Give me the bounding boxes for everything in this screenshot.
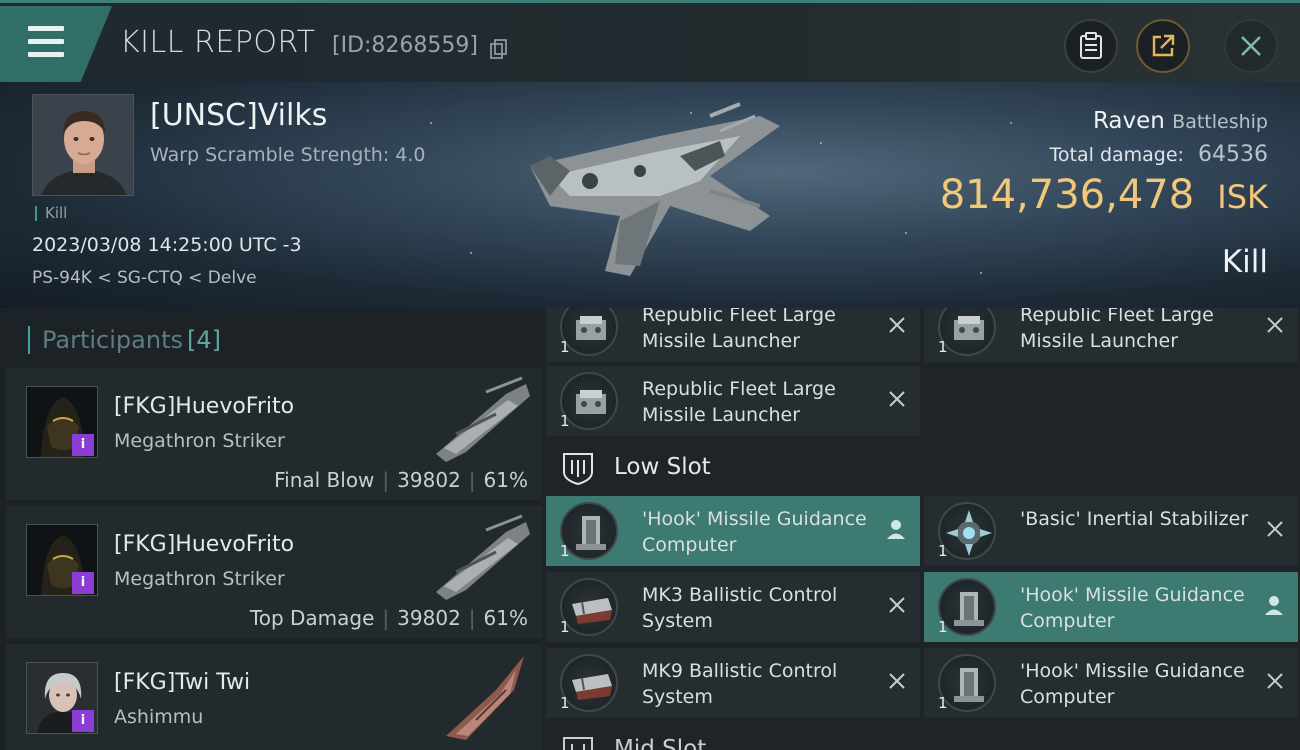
module-name: Republic Fleet Large Missile Launcher (1020, 308, 1214, 352)
clipboard-icon (1080, 32, 1102, 59)
participant-stats: Final Blow | 39802 | 61% (274, 468, 528, 492)
participant-name: [FKG]HuevoFrito (114, 532, 295, 557)
participant-card[interactable]: i [FKG]Twi Twi Ashimmu (6, 644, 542, 750)
low-slot-icon (563, 453, 593, 486)
report-id: [ID:8268559] (332, 33, 478, 58)
participant-damage: 39802 (397, 468, 461, 492)
participant-stats: Top Damage | 39802 | 61% (249, 606, 528, 630)
module-name: MK3 Ballistic Control System (642, 584, 838, 632)
destroyed-x-icon (889, 597, 905, 613)
destroyed-x-icon (889, 673, 905, 689)
module-quantity: 1 (938, 338, 948, 356)
isk-amount: 814,736,478 (939, 172, 1195, 218)
participants-panel: Participants [4] i [FKG]HuevoFrito Megath… (0, 308, 542, 750)
victim-name[interactable]: [UNSC]Vilks (150, 98, 327, 133)
module-name: Republic Fleet Large Missile Launcher (642, 378, 836, 426)
participant-ship-image (436, 376, 530, 462)
participant-ship: Ashimmu (114, 706, 204, 728)
destroyed-x-icon (889, 391, 905, 407)
module-name: 'Hook' Missile Guidance Computer (642, 508, 867, 556)
person-icon (887, 520, 905, 539)
kill-tag: Kill (35, 206, 67, 221)
participant-role: Top Damage (249, 606, 375, 630)
participant-name: [FKG]Twi Twi (114, 670, 251, 695)
participant-ship-image (436, 514, 530, 600)
participants-count: [4] (186, 326, 221, 354)
person-icon (1265, 596, 1283, 615)
participant-ship-image (446, 656, 524, 740)
module-quantity: 1 (938, 618, 948, 636)
mid-slot-icon (563, 737, 593, 750)
destroyed-x-icon (1267, 673, 1283, 689)
participant-card[interactable]: i [FKG]HuevoFrito Megathron Striker Top … (6, 506, 542, 638)
victim-ship-type[interactable]: Raven Battleship (1093, 108, 1268, 134)
module-item[interactable]: 1 'Hook' Missile Guidance Computer (924, 648, 1298, 718)
faction-badge-icon: i (72, 434, 94, 456)
total-damage: Total damage: 64536 (1050, 142, 1268, 167)
result-label: Kill (1221, 244, 1268, 280)
total-damage-label: Total damage: (1049, 144, 1184, 166)
module-quantity: 1 (560, 694, 570, 712)
module-quantity: 1 (560, 542, 570, 560)
top-bar: KILL REPORT [ID:8268559] (0, 0, 1300, 82)
mid-slot-label: Mid Slot (614, 736, 707, 750)
isk-unit: ISK (1217, 178, 1268, 216)
participant-ship: Megathron Striker (114, 430, 285, 452)
module-quantity: 1 (938, 542, 948, 560)
page-title: KILL REPORT (120, 25, 316, 60)
low-slot-label: Low Slot (614, 454, 711, 480)
ship-name: Raven (1092, 108, 1165, 134)
isk-value: 814,736,478 ISK (940, 172, 1268, 218)
module-item[interactable]: 1 'Hook' Missile Guidance Computer (924, 572, 1298, 642)
kill-location[interactable]: PS-94K < SG-CTQ < Delve (32, 268, 257, 288)
kill-datetime: 2023/03/08 14:25:00 UTC -3 (32, 234, 302, 256)
share-icon (1152, 34, 1175, 57)
module-name: 'Basic' Inertial Stabilizer (1020, 508, 1249, 530)
module-quantity: 1 (560, 618, 570, 636)
character-avatar-image (33, 95, 133, 195)
destroyed-x-icon (1267, 521, 1283, 537)
fitted-modules-panel: 1 Republic Fleet Large Missile Launcher … (542, 308, 1300, 750)
participants-label: Participants (42, 326, 183, 354)
copy-icon[interactable] (490, 39, 508, 59)
close-button[interactable] (1224, 19, 1278, 73)
module-quantity: 1 (560, 338, 570, 356)
module-item[interactable]: 1 MK9 Ballistic Control System (546, 648, 920, 718)
module-quantity: 1 (560, 412, 570, 430)
module-name: Republic Fleet Large Missile Launcher (642, 308, 836, 352)
participant-percent: 61% (483, 606, 528, 630)
participant-ship: Megathron Striker (114, 568, 285, 590)
victim-summary: [UNSC]Vilks Warp Scramble Strength: 4.0 … (0, 82, 1300, 308)
module-item[interactable]: 1 'Basic' Inertial Stabilizer (924, 496, 1298, 566)
total-damage-value: 64536 (1198, 142, 1268, 167)
faction-badge-icon: i (72, 710, 94, 732)
ship-class: Battleship (1172, 111, 1268, 133)
module-item[interactable]: 1 Republic Fleet Large Missile Launcher (546, 366, 920, 436)
hamburger-icon (28, 26, 64, 31)
module-item[interactable]: 1 'Hook' Missile Guidance Computer (546, 496, 920, 566)
module-item[interactable]: 1 Republic Fleet Large Missile Launcher (924, 308, 1298, 362)
participant-card[interactable]: i [FKG]HuevoFrito Megathron Striker Fina… (6, 368, 542, 500)
participant-percent: 61% (483, 468, 528, 492)
victim-ship-image (530, 102, 780, 276)
clipboard-button[interactable] (1064, 19, 1118, 73)
module-name: MK9 Ballistic Control System (642, 660, 838, 708)
module-item[interactable]: 1 Republic Fleet Large Missile Launcher (546, 308, 920, 362)
module-name: 'Hook' Missile Guidance Computer (1020, 584, 1245, 632)
warp-scramble-strength: Warp Scramble Strength: 4.0 (150, 144, 426, 166)
module-name: 'Hook' Missile Guidance Computer (1020, 660, 1245, 708)
close-icon (1241, 36, 1261, 56)
destroyed-x-icon (889, 317, 905, 333)
share-button[interactable] (1136, 19, 1190, 73)
faction-badge-icon: i (72, 572, 94, 594)
participant-name: [FKG]HuevoFrito (114, 394, 295, 419)
menu-button[interactable] (0, 6, 112, 82)
module-quantity: 1 (938, 694, 948, 712)
participant-role: Final Blow (274, 468, 375, 492)
destroyed-x-icon (1267, 317, 1283, 333)
participants-header: Participants [4] (28, 326, 221, 354)
participant-damage: 39802 (397, 606, 461, 630)
victim-portrait[interactable] (32, 94, 134, 196)
module-item[interactable]: 1 MK3 Ballistic Control System (546, 572, 920, 642)
